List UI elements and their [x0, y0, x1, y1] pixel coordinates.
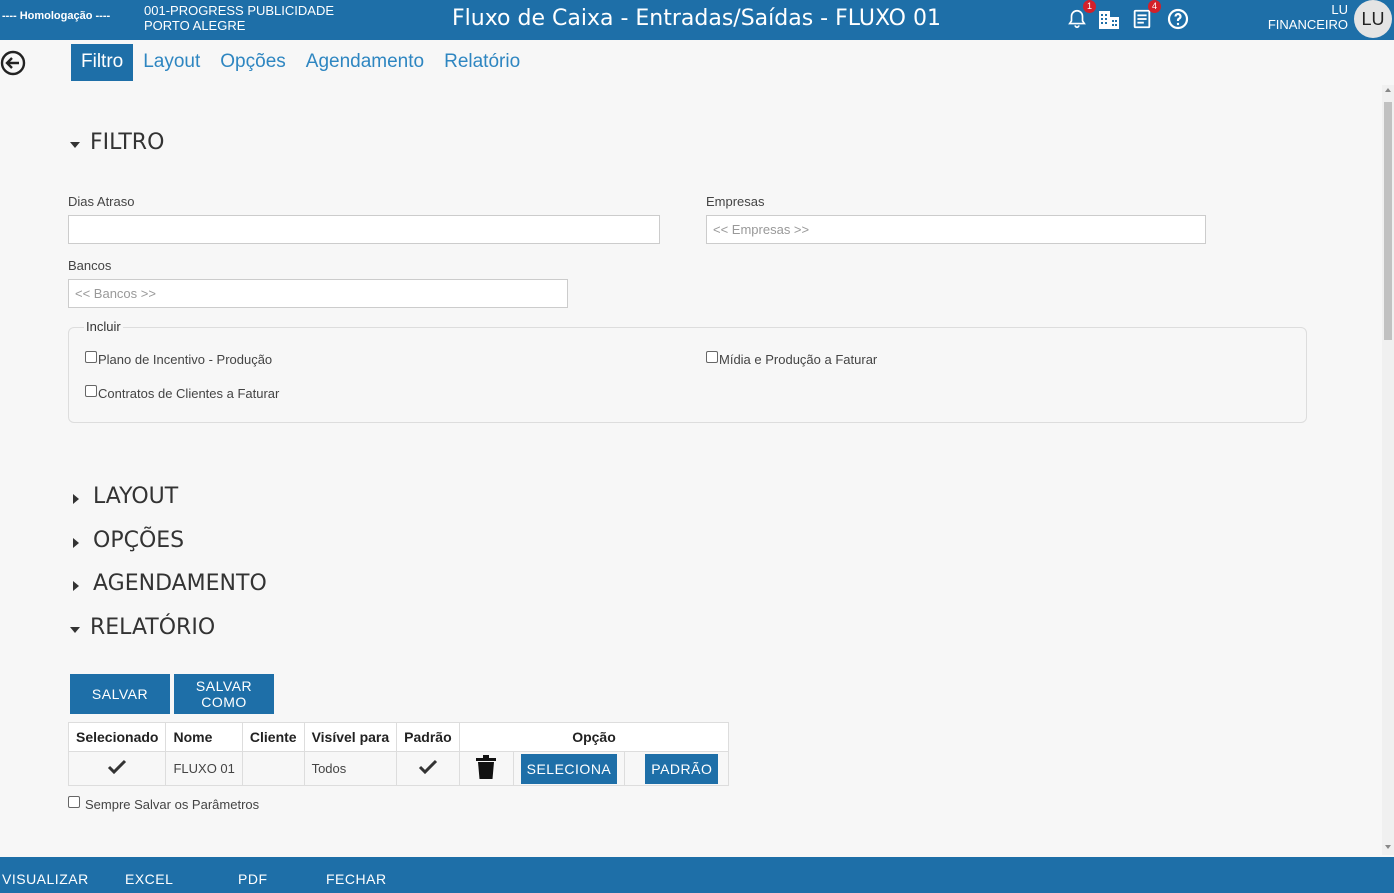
caret-right-icon	[73, 580, 79, 591]
cell-cliente	[241, 751, 305, 786]
bancos-input[interactable]	[68, 279, 568, 308]
checkbox-contratos-clientes[interactable]: Contratos de Clientes a Faturar	[85, 385, 280, 401]
col-opcao: Opção	[458, 722, 730, 752]
tab-filtro[interactable]: Filtro	[71, 44, 134, 81]
pdf-button[interactable]: PDF	[238, 871, 268, 887]
seleciona-button[interactable]: SELECIONA	[520, 753, 618, 784]
empresas-input[interactable]	[706, 215, 1206, 244]
notifications-button[interactable]: 1	[1064, 0, 1096, 32]
section-relatorio-title: RELATÓRIO	[90, 615, 216, 640]
col-selecionado: Selecionado	[67, 722, 167, 752]
incluir-group	[68, 327, 1307, 423]
arrow-left-circle-icon	[0, 50, 26, 76]
checkbox-plano-incentivo[interactable]: Plano de Incentivo - Produção	[85, 351, 273, 367]
user-name: LU	[1331, 2, 1348, 17]
tab-relatorio[interactable]: Relatório	[434, 44, 530, 81]
cell-nome: FLUXO 01	[165, 751, 243, 786]
top-bar: ---- Homologação ---- 001-PROGRESS PUBLI…	[0, 0, 1394, 40]
report-table: Selecionado Nome Cliente Visível para Pa…	[67, 722, 730, 786]
tab-agendamento[interactable]: Agendamento	[296, 44, 434, 81]
check-icon	[108, 759, 127, 775]
section-layout-title: LAYOUT	[93, 484, 179, 509]
section-filtro-title: FILTRO	[90, 130, 165, 155]
environment-label: ---- Homologação ----	[2, 10, 111, 22]
section-layout-header[interactable]: LAYOUT	[70, 484, 178, 509]
scroll-down-icon[interactable]	[1385, 845, 1391, 849]
checkbox-label: Sempre Salvar os Parâmetros	[85, 797, 260, 812]
fechar-button[interactable]: FECHAR	[326, 871, 387, 887]
scrollbar-thumb[interactable]	[1384, 102, 1392, 340]
section-opcoes-title: OPÇÕES	[93, 528, 185, 553]
checkbox-box[interactable]	[68, 796, 80, 808]
company-info[interactable]: 001-PROGRESS PUBLICIDADE PORTO ALEGRE	[144, 3, 334, 33]
checkbox-midia-producao[interactable]: Mídia e Produção a Faturar	[706, 351, 878, 367]
table-header-row: Selecionado Nome Cliente Visível para Pa…	[67, 722, 730, 752]
checkbox-label: Contratos de Clientes a Faturar	[98, 386, 280, 401]
buildings-icon	[1099, 11, 1119, 29]
checkbox-box[interactable]	[706, 351, 718, 363]
table-row: FLUXO 01 Todos SELECIONA PADRÃO	[67, 751, 730, 786]
caret-right-icon	[73, 537, 79, 548]
companies-button[interactable]	[1096, 6, 1122, 32]
help-button[interactable]	[1165, 6, 1191, 32]
caret-right-icon	[73, 493, 79, 504]
dias-atraso-label: Dias Atraso	[68, 194, 135, 209]
cell-selecionado	[67, 751, 167, 786]
section-agendamento-header[interactable]: AGENDAMENTO	[70, 571, 267, 596]
tab-bar: Filtro Layout Opções Agendamento Relatór…	[71, 44, 530, 81]
col-nome: Nome	[165, 722, 243, 752]
excel-button[interactable]: EXCEL	[125, 871, 173, 887]
padrao-button[interactable]: PADRÃO	[645, 753, 719, 784]
documents-badge: 4	[1148, 0, 1161, 13]
company-name: 001-PROGRESS PUBLICIDADE	[144, 3, 335, 18]
section-filtro-header[interactable]: FILTRO	[70, 130, 164, 155]
footer-bar: VISUALIZAR EXCEL PDF FECHAR	[0, 857, 1394, 893]
tab-opcoes[interactable]: Opções	[210, 44, 295, 81]
help-icon	[1167, 8, 1189, 30]
cell-delete	[458, 751, 514, 786]
section-agendamento-title: AGENDAMENTO	[93, 571, 267, 596]
caret-down-icon	[70, 626, 80, 633]
trash-icon[interactable]	[475, 755, 497, 779]
salvar-como-line2: COMO	[201, 694, 247, 710]
visualizar-button[interactable]: VISUALIZAR	[2, 871, 89, 887]
company-city: PORTO ALEGRE	[144, 18, 246, 33]
caret-down-icon	[70, 141, 80, 148]
col-visivel-para: Visível para	[303, 722, 398, 752]
salvar-button[interactable]: SALVAR	[70, 674, 170, 714]
back-button[interactable]	[0, 50, 26, 76]
col-cliente: Cliente	[241, 722, 305, 752]
user-role: FINANCEIRO	[1267, 17, 1348, 32]
section-relatorio-header[interactable]: RELATÓRIO	[70, 615, 215, 640]
salvar-como-button[interactable]: SALVAR COMO	[174, 674, 274, 714]
page-title: Fluxo de Caixa - Entradas/Saídas - FLUXO…	[452, 6, 941, 31]
cell-seleciona: SELECIONA	[512, 751, 626, 786]
incluir-legend: Incluir	[84, 319, 123, 334]
cell-padrao	[396, 751, 460, 786]
check-icon	[418, 759, 437, 775]
salvar-como-line1: SALVAR	[195, 678, 253, 694]
bancos-label: Bancos	[68, 258, 112, 273]
checkbox-label: Mídia e Produção a Faturar	[719, 352, 878, 367]
col-padrao: Padrão	[396, 722, 460, 752]
section-opcoes-header[interactable]: OPÇÕES	[70, 528, 184, 553]
tab-layout[interactable]: Layout	[133, 44, 210, 81]
avatar[interactable]: LU	[1354, 0, 1392, 38]
scroll-up-icon[interactable]	[1385, 88, 1391, 92]
notifications-badge: 1	[1083, 0, 1096, 13]
cell-visivel-para: Todos	[303, 751, 398, 786]
dias-atraso-input[interactable]	[68, 215, 660, 244]
empresas-label: Empresas	[706, 194, 765, 209]
cell-padrao-btn: PADRÃO	[624, 751, 730, 786]
checkbox-box[interactable]	[85, 351, 97, 363]
checkbox-sempre-salvar[interactable]: Sempre Salvar os Parâmetros	[68, 796, 260, 812]
checkbox-box[interactable]	[85, 385, 97, 397]
documents-button[interactable]: 4	[1129, 0, 1161, 32]
checkbox-label: Plano de Incentivo - Produção	[98, 352, 273, 367]
user-info[interactable]: LU FINANCEIRO	[1268, 2, 1348, 32]
